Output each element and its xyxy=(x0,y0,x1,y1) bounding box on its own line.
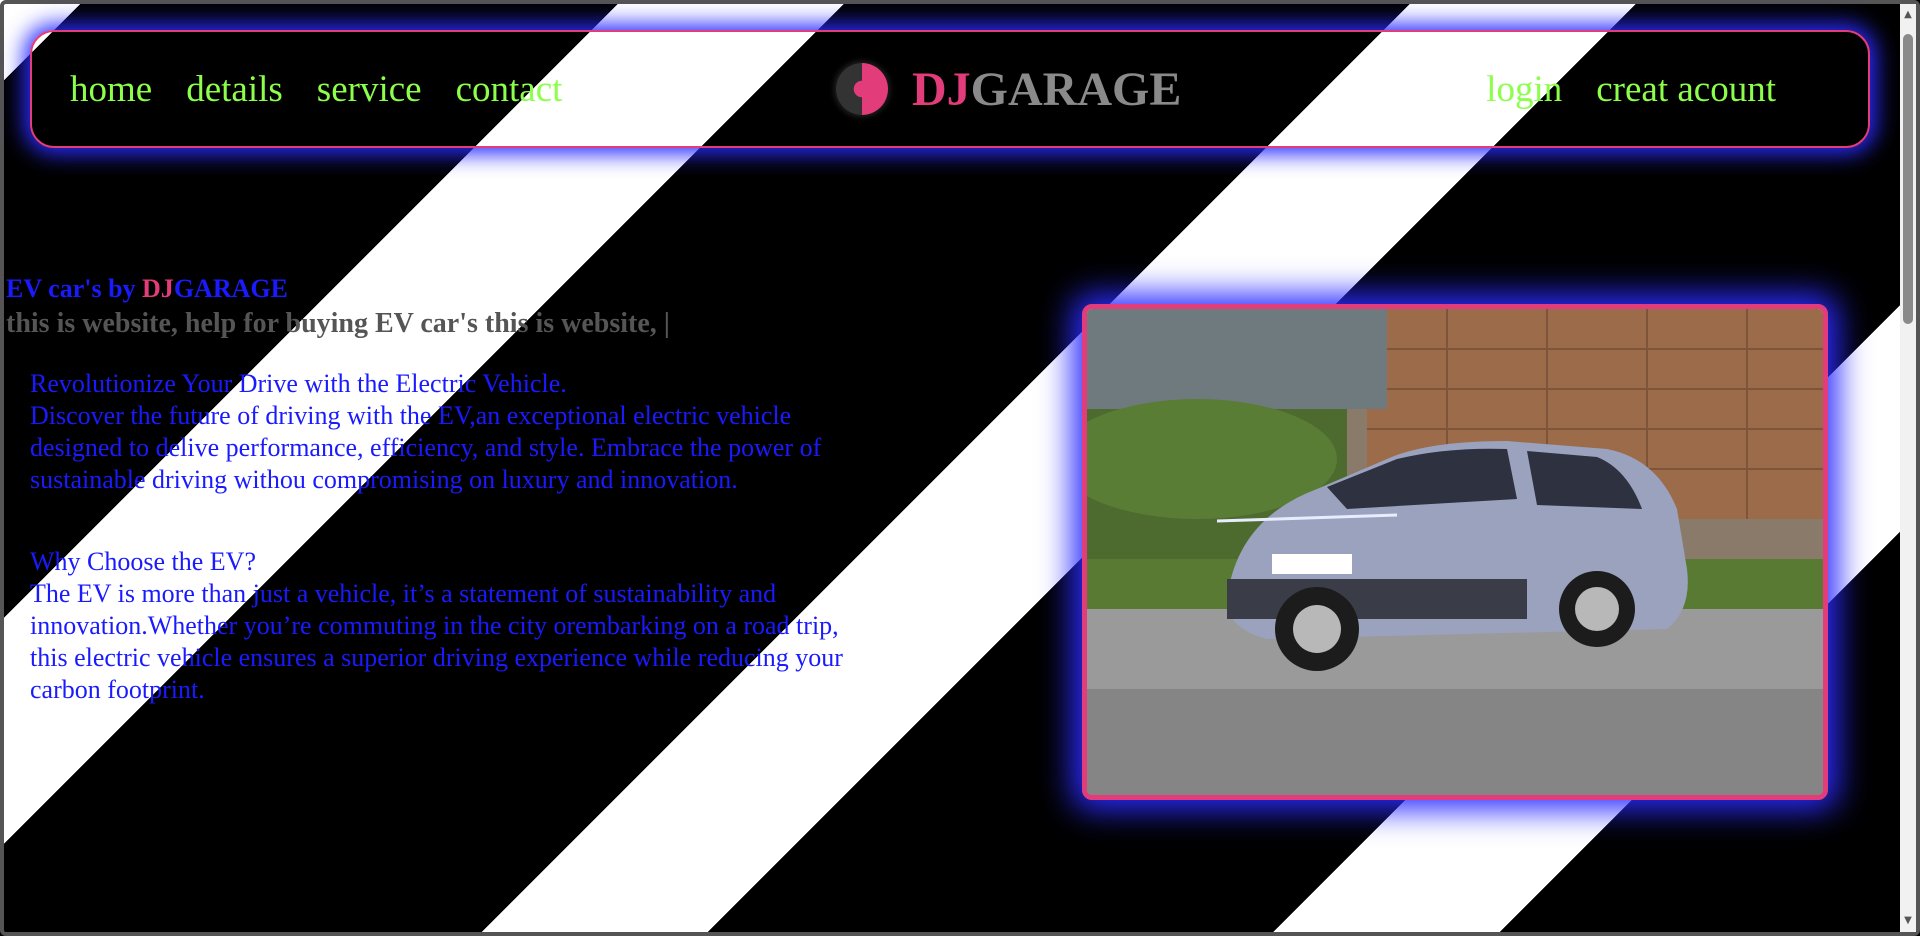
electric-suv-photo xyxy=(1082,304,1828,800)
heading-why-choose: Why Choose the EV? xyxy=(30,547,257,576)
scroll-down-icon[interactable]: ▼ xyxy=(1900,912,1916,930)
nav-link-contact[interactable]: contact xyxy=(456,68,563,111)
hero-title-garage: GARAGE xyxy=(173,274,288,303)
brand-dj: DJ xyxy=(912,62,971,116)
nav-link-login[interactable]: login xyxy=(1486,68,1562,111)
brand-name: DJGARAGE xyxy=(912,62,1181,117)
scroll-up-icon[interactable]: ▲ xyxy=(1900,6,1916,24)
nav-link-details[interactable]: details xyxy=(186,68,283,111)
nav-left-links: home details service contact xyxy=(70,32,562,146)
paragraph-why-ev: The EV is more than just a vehicle, it’s… xyxy=(30,579,843,704)
nav-link-service[interactable]: service xyxy=(317,68,422,111)
typing-text: this is website, help for buying EV car'… xyxy=(6,308,670,339)
nav-link-create-account[interactable]: creat acount xyxy=(1596,68,1776,111)
hero-title-prefix: EV car's by xyxy=(6,274,143,303)
intro-content: Revolutionize Your Drive with the Electr… xyxy=(30,368,850,706)
nav-link-home[interactable]: home xyxy=(70,68,152,111)
paragraph-discover: Discover the future of driving with the … xyxy=(30,401,822,494)
hero-title: EV car's by DJGARAGE xyxy=(6,274,288,304)
hero-title-dj: DJ xyxy=(142,274,174,303)
brand[interactable]: DJGARAGE xyxy=(836,32,1181,146)
nav-right-links: login creat acount xyxy=(1486,32,1776,146)
scroll-thumb[interactable] xyxy=(1903,34,1913,324)
heading-revolutionize: Revolutionize Your Drive with the Electr… xyxy=(30,369,567,398)
garage-logo-icon xyxy=(836,63,888,115)
car-image xyxy=(1087,309,1823,795)
top-navbar: home details service contact DJGARAGE lo… xyxy=(30,30,1870,148)
brand-garage: GARAGE xyxy=(970,62,1182,116)
vertical-scrollbar[interactable]: ▲ ▼ xyxy=(1900,4,1916,932)
